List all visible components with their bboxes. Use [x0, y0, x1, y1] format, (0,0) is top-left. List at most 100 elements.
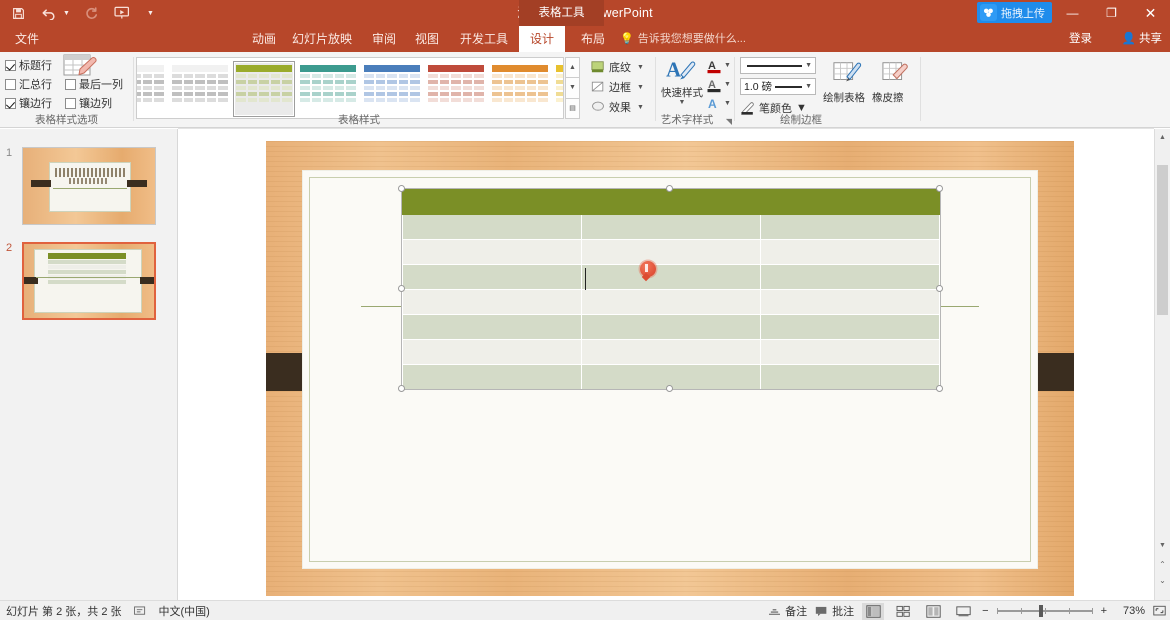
vertical-scrollbar[interactable]: ▲ ▼ ⌃ ⌄	[1154, 129, 1170, 600]
tab-developer[interactable]: 开发工具	[451, 26, 517, 52]
table-cell[interactable]	[760, 189, 940, 215]
table-cell[interactable]	[581, 189, 761, 215]
restore-button[interactable]: ❐	[1092, 0, 1131, 26]
slideshow-view-button[interactable]	[952, 603, 974, 620]
customize-qat-icon[interactable]: ▼	[147, 10, 154, 17]
minimize-button[interactable]: —	[1053, 0, 1092, 26]
gallery-scroll-up-icon[interactable]: ▲	[565, 57, 580, 78]
tab-review[interactable]: 审阅	[363, 26, 405, 52]
checkbox-banded-rows[interactable]: 镶边行	[5, 95, 62, 111]
slide-thumbnail-pane[interactable]: 1 2	[0, 129, 178, 600]
resize-handle-bottom-right[interactable]	[936, 385, 943, 392]
zoom-slider[interactable]	[996, 604, 1093, 618]
save-icon[interactable]	[8, 2, 28, 24]
quick-styles-dropdown-icon[interactable]: ▼	[679, 99, 686, 106]
drag-upload-button[interactable]: 拖拽上传	[977, 2, 1052, 23]
table-cell[interactable]	[581, 214, 761, 240]
next-slide-icon[interactable]: ⌄	[1155, 573, 1170, 588]
resize-handle-top-left[interactable]	[398, 185, 405, 192]
close-button[interactable]: ✕	[1131, 0, 1170, 26]
resize-handle-middle-right[interactable]	[936, 285, 943, 292]
pen-style-dropdown[interactable]: ▼	[740, 57, 816, 74]
table-style-swatch-selected[interactable]	[233, 61, 295, 117]
draw-table-button[interactable]: 绘制表格	[823, 56, 871, 105]
language-indicator[interactable]: 中文(中国)	[159, 603, 210, 619]
zoom-out-button[interactable]: −	[982, 605, 988, 617]
undo-icon[interactable]	[39, 2, 59, 24]
table-style-swatch[interactable]	[297, 61, 359, 117]
reading-view-button[interactable]	[922, 603, 944, 620]
tab-view[interactable]: 视图	[406, 26, 448, 52]
start-slideshow-icon[interactable]	[112, 2, 132, 24]
resize-handle-top-right[interactable]	[936, 185, 943, 192]
quick-styles-button[interactable]: A 快速样式 ▼	[659, 57, 705, 115]
resize-handle-top-center[interactable]	[666, 185, 673, 192]
table-cell[interactable]	[402, 189, 582, 215]
table-cell[interactable]	[581, 339, 761, 365]
effects-button[interactable]: 效果 ▼	[590, 97, 644, 117]
checkbox-banded-columns[interactable]: 镶边列	[65, 95, 112, 111]
resize-handle-bottom-center[interactable]	[666, 385, 673, 392]
table-cell[interactable]	[402, 339, 582, 365]
table-cell[interactable]	[760, 339, 940, 365]
text-fill-button[interactable]: A ▼	[706, 56, 734, 75]
table-cell[interactable]	[402, 214, 582, 240]
slide-thumbnail-1[interactable]: 1	[6, 147, 156, 225]
table-style-swatch[interactable]	[489, 61, 551, 117]
checkbox-total-row[interactable]: 汇总行	[5, 76, 62, 92]
share-button[interactable]: 👤 共享	[1122, 26, 1162, 52]
table-cell[interactable]	[402, 289, 582, 315]
table-cell[interactable]	[760, 314, 940, 340]
table-cell[interactable]	[760, 264, 940, 290]
scrollbar-thumb[interactable]	[1157, 165, 1168, 315]
redo-icon[interactable]	[81, 2, 101, 24]
effects-dropdown-icon[interactable]: ▼	[637, 104, 644, 111]
table-cell[interactable]	[581, 264, 761, 290]
undo-dropdown-icon[interactable]: ▼	[63, 10, 70, 17]
table-cell[interactable]	[402, 364, 582, 390]
previous-slide-icon[interactable]: ⌃	[1155, 557, 1170, 572]
current-slide[interactable]	[266, 141, 1074, 596]
text-outline-dropdown-icon[interactable]: ▼	[724, 81, 731, 88]
pen-weight-dropdown[interactable]: 1.0 磅 ▼	[740, 78, 816, 95]
pen-style-dropdown-icon[interactable]: ▼	[805, 62, 812, 69]
fit-to-window-icon[interactable]	[1153, 605, 1166, 617]
table-cell[interactable]	[581, 239, 761, 265]
table-cell[interactable]	[402, 239, 582, 265]
text-effects-dropdown-icon[interactable]: ▼	[724, 100, 731, 107]
resize-handle-middle-left[interactable]	[398, 285, 405, 292]
gallery-scroll-down-icon[interactable]: ▼	[565, 77, 580, 98]
sign-in-button[interactable]: 登录	[1069, 26, 1092, 52]
shading-dropdown-icon[interactable]: ▼	[637, 64, 644, 71]
table-style-swatch[interactable]	[361, 61, 423, 117]
resize-handle-bottom-left[interactable]	[398, 385, 405, 392]
tell-me-search[interactable]: 💡 告诉我您想要做什么...	[620, 26, 746, 52]
tab-layout[interactable]: 布局	[572, 26, 614, 52]
scroll-down-icon[interactable]: ▼	[1155, 537, 1170, 553]
checkbox-header-row[interactable]: 标题行	[5, 57, 62, 73]
table-style-swatch[interactable]	[169, 61, 231, 117]
tab-slideshow[interactable]: 幻灯片放映	[283, 26, 361, 52]
table-cell[interactable]	[760, 239, 940, 265]
comments-button[interactable]: 批注	[815, 603, 854, 619]
table-cell[interactable]	[402, 314, 582, 340]
proofing-icon[interactable]	[133, 605, 147, 617]
table-style-swatch[interactable]	[553, 61, 563, 117]
table-styles-gallery[interactable]	[136, 57, 564, 119]
table-cell[interactable]	[760, 289, 940, 315]
normal-view-button[interactable]	[862, 602, 885, 620]
slide-canvas[interactable]	[178, 129, 1154, 600]
zoom-slider-handle[interactable]	[1038, 605, 1043, 617]
notes-button[interactable]: 备注	[768, 603, 807, 619]
table-cell[interactable]	[760, 214, 940, 240]
slide-thumbnail-2[interactable]: 2	[6, 242, 156, 320]
wordart-dialog-launcher-icon[interactable]: ◥	[726, 117, 732, 126]
zoom-level[interactable]: 73%	[1115, 605, 1145, 617]
shading-button[interactable]: 底纹 ▼	[590, 57, 644, 77]
slide-table[interactable]	[402, 189, 940, 390]
borders-dropdown-icon[interactable]: ▼	[637, 84, 644, 91]
tab-animations[interactable]: 动画	[243, 26, 285, 52]
slide-sorter-view-button[interactable]	[892, 603, 914, 620]
table-style-swatch[interactable]	[425, 61, 487, 117]
table-cell[interactable]	[581, 289, 761, 315]
